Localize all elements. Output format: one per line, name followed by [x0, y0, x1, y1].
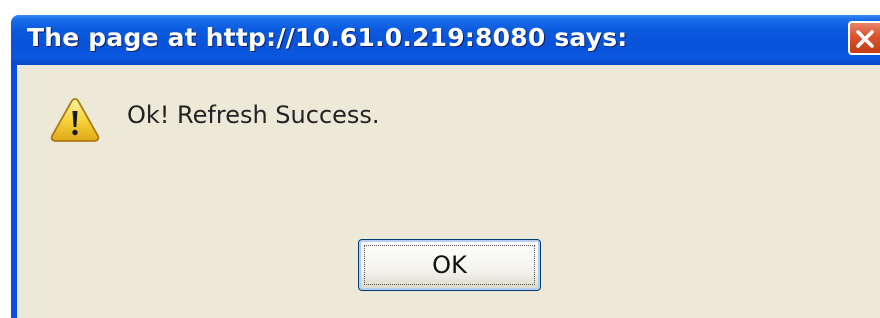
focus-ring [364, 245, 535, 285]
dialog-title: The page at http://10.61.0.219:8080 says… [27, 23, 628, 52]
ok-button[interactable]: OK [358, 239, 541, 291]
title-bar[interactable]: The page at http://10.61.0.219:8080 says… [11, 15, 880, 65]
close-button[interactable] [848, 21, 880, 55]
warning-icon [50, 98, 100, 142]
alert-dialog: The page at http://10.61.0.219:8080 says… [11, 15, 880, 318]
dialog-message: Ok! Refresh Success. [127, 101, 380, 129]
dialog-body: Ok! Refresh Success. OK [17, 65, 880, 318]
close-icon [856, 30, 874, 48]
